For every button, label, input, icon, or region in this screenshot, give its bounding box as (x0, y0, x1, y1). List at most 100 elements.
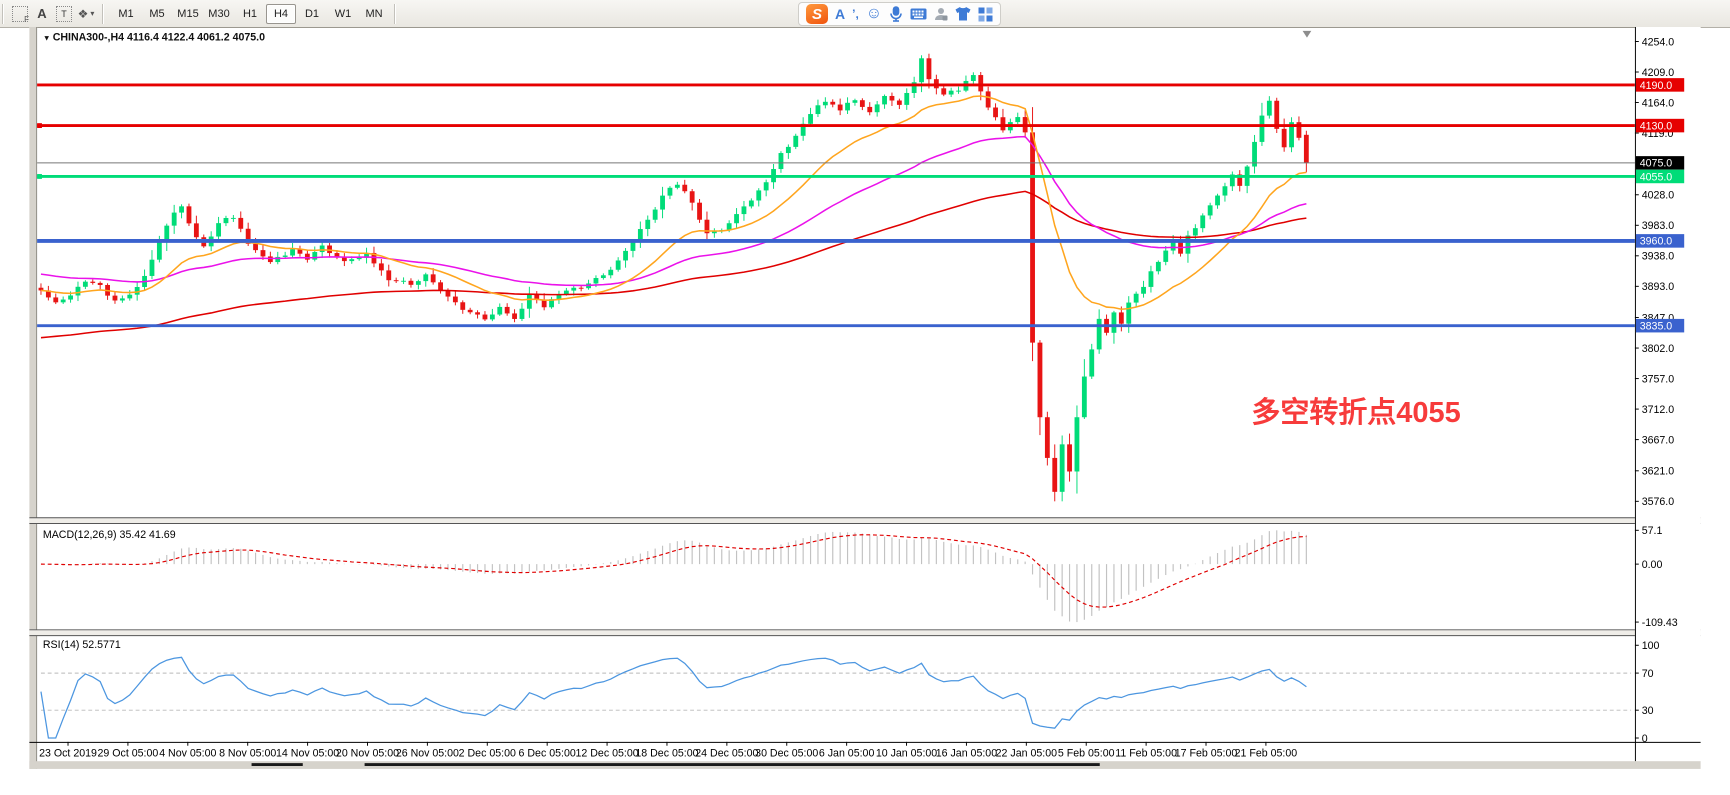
timeframe-button-m1[interactable]: M1 (111, 4, 141, 24)
candle-body (127, 295, 132, 299)
emoji-icon[interactable]: ☺ (866, 4, 882, 24)
time-tick-label[interactable]: 10 Jan 05:00 (876, 747, 937, 759)
candle-body (157, 242, 162, 259)
candle-body (453, 297, 458, 303)
time-tick-label[interactable]: 26 Nov 05:00 (396, 747, 459, 759)
candle-body (564, 291, 569, 295)
candle-body (1052, 458, 1057, 492)
candle-body (579, 288, 584, 289)
skin-tshirt-icon[interactable] (955, 3, 971, 25)
candle-body (1119, 312, 1124, 323)
candle-body (1030, 132, 1035, 342)
candle-body (616, 260, 621, 269)
diamonds-glyph: ❖ (78, 7, 89, 21)
candle-body (386, 270, 391, 280)
timeframe-button-m15[interactable]: M15 (173, 4, 203, 24)
candle-body (120, 298, 125, 300)
microphone-icon[interactable] (889, 3, 903, 25)
timeframe-button-w1[interactable]: W1 (328, 4, 358, 24)
timeframe-button-d1[interactable]: D1 (297, 4, 327, 24)
candle-body (742, 206, 747, 214)
time-tick-label[interactable]: 29 Oct 05:00 (98, 747, 159, 759)
timeframe-button-m30[interactable]: M30 (204, 4, 234, 24)
candle-body (1193, 228, 1198, 235)
timeframe-button-mn[interactable]: MN (359, 4, 389, 24)
candle-body (379, 263, 384, 270)
rsi-scale-label: 100 (1642, 640, 1660, 652)
toolbar-separator (394, 4, 396, 24)
candle-body (179, 206, 184, 212)
candle-body (890, 96, 895, 101)
sogou-input-bar: S A ’, ☺ (798, 2, 1001, 26)
toolbox-grid-icon[interactable] (978, 3, 993, 25)
time-tick-label[interactable]: 4 Nov 05:00 (159, 747, 216, 759)
candle-body (349, 259, 354, 261)
time-tick-label[interactable]: 2 Dec 05:00 (459, 747, 516, 759)
panel-separator[interactable] (29, 630, 1700, 636)
time-tick-label[interactable]: 21 Feb 05:00 (1235, 747, 1298, 759)
candle-body (527, 294, 532, 309)
chart-title: ▼ CHINA300-,H4 4116.4 4122.4 4061.2 4075… (43, 32, 265, 44)
price-badge-label: 4075.0 (1640, 158, 1673, 170)
time-tick-label[interactable]: 23 Oct 2019 (39, 747, 97, 759)
candle-body (327, 245, 332, 253)
candle-body (1060, 444, 1065, 491)
panel-separator[interactable] (29, 518, 1700, 524)
keyboard-icon[interactable] (910, 3, 927, 25)
price-tick-label: 3667.0 (1642, 434, 1675, 446)
chart-window: ▼ CHINA300-,H4 4116.4 4122.4 4061.2 4075… (0, 27, 1730, 795)
time-tick-label[interactable]: 20 Nov 05:00 (336, 747, 399, 759)
time-tick-label[interactable]: 14 Nov 05:00 (276, 747, 339, 759)
punctuation-icon[interactable]: ’, (852, 4, 859, 24)
time-tick-label[interactable]: 17 Feb 05:00 (1175, 747, 1238, 759)
price-tick-label: 4254.0 (1642, 36, 1675, 48)
candle-body (1075, 417, 1080, 471)
candle-body (305, 254, 310, 260)
timeframe-button-m5[interactable]: M5 (142, 4, 172, 24)
candle-body (1038, 343, 1043, 418)
candle-body (231, 218, 236, 219)
snap-grid-icon[interactable]: F (9, 3, 31, 25)
cursor-style-icon[interactable]: ❖ ▾ (75, 3, 97, 25)
time-tick-label[interactable]: 6 Dec 05:00 (519, 747, 576, 759)
time-tick-label[interactable]: 22 Jan 05:00 (996, 747, 1057, 759)
toolbar-separator (102, 4, 104, 24)
candle-body (623, 251, 628, 261)
candle-body (816, 105, 821, 114)
price-tick-label: 3757.0 (1642, 373, 1675, 385)
language-toggle-icon[interactable]: A (835, 4, 845, 24)
candle-body (150, 260, 155, 276)
time-tick-label[interactable]: 16 Jan 05:00 (936, 747, 997, 759)
time-tick-label[interactable]: 12 Dec 05:00 (576, 747, 639, 759)
candle-body (98, 283, 103, 285)
candle-body (860, 100, 865, 107)
candle-body (838, 105, 843, 111)
candle-body (261, 250, 266, 256)
candle-body (608, 270, 613, 276)
time-tick-label[interactable]: 5 Feb 05:00 (1058, 747, 1115, 759)
time-tick-label[interactable]: 8 Nov 05:00 (219, 747, 276, 759)
timeframe-button-h4[interactable]: H4 (266, 4, 296, 24)
level-handle[interactable] (37, 174, 42, 179)
sogou-logo-icon[interactable]: S (806, 4, 828, 24)
time-tick-label[interactable]: 18 Dec 05:00 (635, 747, 698, 759)
timeframe-group: M1M5M15M30H1H4D1W1MN (111, 4, 389, 24)
timeframe-button-h1[interactable]: H1 (235, 4, 265, 24)
candle-body (505, 307, 510, 314)
font-label-icon[interactable]: A (31, 3, 53, 25)
price-badge-label: 3835.0 (1640, 321, 1673, 333)
candle-body (490, 315, 495, 320)
candle-body (631, 242, 636, 251)
time-tick-label[interactable]: 24 Dec 05:00 (695, 747, 758, 759)
level-handle[interactable] (37, 123, 42, 128)
annotation-text[interactable]: 多空转折点4055 (1251, 396, 1460, 429)
time-tick-label[interactable]: 6 Jan 05:00 (819, 747, 875, 759)
candle-body (1134, 294, 1139, 303)
text-box-icon[interactable]: T (53, 3, 75, 25)
candle-body (53, 297, 58, 302)
candle-body (1015, 117, 1020, 122)
dropdown-caret-icon[interactable]: ▾ (90, 9, 94, 18)
account-person-icon[interactable] (934, 3, 948, 25)
time-tick-label[interactable]: 30 Dec 05:00 (755, 747, 818, 759)
time-tick-label[interactable]: 11 Feb 05:00 (1115, 747, 1177, 759)
